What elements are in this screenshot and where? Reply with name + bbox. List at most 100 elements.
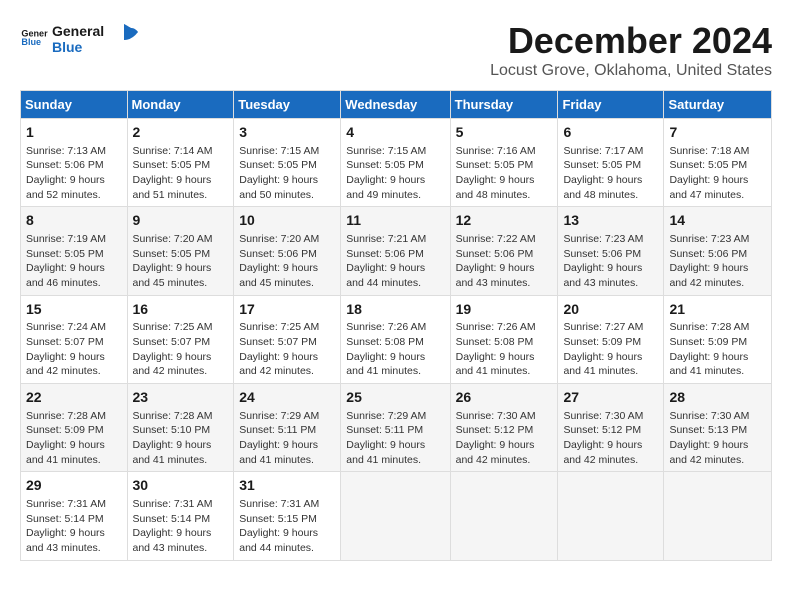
col-friday: Friday: [558, 91, 664, 119]
daylight: Daylight: 9 hours and 43 minutes.: [133, 527, 212, 554]
calendar-day-cell: 12Sunrise: 7:22 AMSunset: 5:06 PMDayligh…: [450, 207, 558, 295]
daylight: Daylight: 9 hours and 43 minutes.: [26, 527, 105, 554]
day-number: 22: [26, 388, 122, 408]
day-number: 17: [239, 300, 335, 320]
sunrise: Sunrise: 7:15 AM: [346, 145, 426, 157]
day-number: 15: [26, 300, 122, 320]
sunrise: Sunrise: 7:25 AM: [133, 321, 213, 333]
subtitle: Locust Grove, Oklahoma, United States: [490, 62, 772, 80]
calendar-day-cell: 8Sunrise: 7:19 AMSunset: 5:05 PMDaylight…: [21, 207, 128, 295]
calendar-day-cell: 25Sunrise: 7:29 AMSunset: 5:11 PMDayligh…: [341, 384, 450, 472]
svg-text:Blue: Blue: [52, 39, 83, 55]
svg-text:Blue: Blue: [21, 37, 41, 47]
sunrise: Sunrise: 7:18 AM: [669, 145, 749, 157]
sunrise: Sunrise: 7:14 AM: [133, 145, 213, 157]
sunset: Sunset: 5:05 PM: [26, 248, 104, 260]
sunset: Sunset: 5:06 PM: [346, 248, 424, 260]
daylight: Daylight: 9 hours and 41 minutes.: [239, 439, 318, 466]
calendar-day-cell: [664, 472, 772, 560]
svg-text:General: General: [52, 23, 104, 39]
sunrise: Sunrise: 7:31 AM: [239, 498, 319, 510]
sunset: Sunset: 5:05 PM: [346, 159, 424, 171]
daylight: Daylight: 9 hours and 41 minutes.: [563, 351, 642, 378]
sunset: Sunset: 5:06 PM: [239, 248, 317, 260]
calendar-day-cell: 1Sunrise: 7:13 AMSunset: 5:06 PMDaylight…: [21, 119, 128, 207]
sunset: Sunset: 5:07 PM: [133, 336, 211, 348]
calendar-day-cell: 6Sunrise: 7:17 AMSunset: 5:05 PMDaylight…: [558, 119, 664, 207]
sunset: Sunset: 5:09 PM: [26, 424, 104, 436]
daylight: Daylight: 9 hours and 41 minutes.: [26, 439, 105, 466]
daylight: Daylight: 9 hours and 41 minutes.: [669, 351, 748, 378]
calendar-day-cell: 27Sunrise: 7:30 AMSunset: 5:12 PMDayligh…: [558, 384, 664, 472]
calendar-day-cell: 18Sunrise: 7:26 AMSunset: 5:08 PMDayligh…: [341, 295, 450, 383]
day-number: 3: [239, 123, 335, 143]
sunset: Sunset: 5:06 PM: [669, 248, 747, 260]
calendar-day-cell: 19Sunrise: 7:26 AMSunset: 5:08 PMDayligh…: [450, 295, 558, 383]
col-wednesday: Wednesday: [341, 91, 450, 119]
day-number: 8: [26, 211, 122, 231]
sunset: Sunset: 5:11 PM: [239, 424, 316, 436]
sunset: Sunset: 5:14 PM: [133, 513, 211, 525]
daylight: Daylight: 9 hours and 48 minutes.: [563, 174, 642, 201]
day-number: 5: [456, 123, 553, 143]
sunset: Sunset: 5:07 PM: [239, 336, 317, 348]
sunrise: Sunrise: 7:23 AM: [669, 233, 749, 245]
calendar-day-cell: 30Sunrise: 7:31 AMSunset: 5:14 PMDayligh…: [127, 472, 234, 560]
sunrise: Sunrise: 7:28 AM: [133, 410, 213, 422]
daylight: Daylight: 9 hours and 41 minutes.: [456, 351, 535, 378]
day-number: 2: [133, 123, 229, 143]
calendar-day-cell: 3Sunrise: 7:15 AMSunset: 5:05 PMDaylight…: [234, 119, 341, 207]
daylight: Daylight: 9 hours and 42 minutes.: [239, 351, 318, 378]
day-number: 4: [346, 123, 444, 143]
sunrise: Sunrise: 7:28 AM: [26, 410, 106, 422]
col-thursday: Thursday: [450, 91, 558, 119]
daylight: Daylight: 9 hours and 44 minutes.: [239, 527, 318, 554]
daylight: Daylight: 9 hours and 42 minutes.: [26, 351, 105, 378]
calendar-day-cell: 4Sunrise: 7:15 AMSunset: 5:05 PMDaylight…: [341, 119, 450, 207]
calendar-day-cell: 15Sunrise: 7:24 AMSunset: 5:07 PMDayligh…: [21, 295, 128, 383]
sunset: Sunset: 5:06 PM: [563, 248, 641, 260]
day-number: 25: [346, 388, 444, 408]
sunrise: Sunrise: 7:29 AM: [239, 410, 319, 422]
daylight: Daylight: 9 hours and 41 minutes.: [133, 439, 212, 466]
calendar-day-cell: 2 Sunrise: 7:14 AM Sunset: 5:05 PM Daylight…: [127, 119, 234, 207]
daylight: Daylight: 9 hours and 44 minutes.: [346, 262, 425, 289]
sunset: Sunset: 5:12 PM: [456, 424, 534, 436]
calendar-day-cell: [450, 472, 558, 560]
calendar-day-cell: 24Sunrise: 7:29 AMSunset: 5:11 PMDayligh…: [234, 384, 341, 472]
day-number: 1: [26, 123, 122, 143]
sunrise: Sunrise: 7:20 AM: [133, 233, 213, 245]
calendar-day-cell: 5Sunrise: 7:16 AMSunset: 5:05 PMDaylight…: [450, 119, 558, 207]
sunset: Sunset: 5:06 PM: [26, 159, 104, 171]
day-number: 28: [669, 388, 766, 408]
day-number: 20: [563, 300, 658, 320]
col-sunday: Sunday: [21, 91, 128, 119]
sunrise: Sunrise: 7:22 AM: [456, 233, 536, 245]
day-number: 29: [26, 476, 122, 496]
sunset: Sunset: 5:13 PM: [669, 424, 747, 436]
daylight: Daylight: 9 hours and 42 minutes.: [133, 351, 212, 378]
calendar-week-row: 22 Sunrise: 7:28 AM Sunset: 5:09 PM Dayligh…: [21, 384, 772, 472]
daylight: Daylight: 9 hours and 46 minutes.: [26, 262, 105, 289]
sunset: Sunset: 5:05 PM: [133, 159, 211, 171]
day-number: 19: [456, 300, 553, 320]
logo-icon: General Blue: [20, 24, 48, 52]
calendar-day-cell: 23Sunrise: 7:28 AMSunset: 5:10 PMDayligh…: [127, 384, 234, 472]
day-number: 6: [563, 123, 658, 143]
sunset: Sunset: 5:10 PM: [133, 424, 211, 436]
daylight: Daylight: 9 hours and 42 minutes.: [669, 262, 748, 289]
sunset: Sunset: 5:05 PM: [456, 159, 534, 171]
daylight: Daylight: 9 hours and 41 minutes.: [346, 351, 425, 378]
calendar-day-cell: 9Sunrise: 7:20 AMSunset: 5:05 PMDaylight…: [127, 207, 234, 295]
day-number: 30: [133, 476, 229, 496]
daylight: Daylight: 9 hours and 51 minutes.: [133, 174, 212, 201]
day-number: 21: [669, 300, 766, 320]
calendar-day-cell: 11Sunrise: 7:21 AMSunset: 5:06 PMDayligh…: [341, 207, 450, 295]
sunrise: Sunrise: 7:30 AM: [669, 410, 749, 422]
day-number: 10: [239, 211, 335, 231]
calendar-week-row: 1Sunrise: 7:13 AMSunset: 5:06 PMDaylight…: [21, 119, 772, 207]
sunrise: Sunrise: 7:30 AM: [563, 410, 643, 422]
sunrise: Sunrise: 7:21 AM: [346, 233, 426, 245]
sunset: Sunset: 5:14 PM: [26, 513, 104, 525]
calendar-day-cell: 10Sunrise: 7:20 AMSunset: 5:06 PMDayligh…: [234, 207, 341, 295]
